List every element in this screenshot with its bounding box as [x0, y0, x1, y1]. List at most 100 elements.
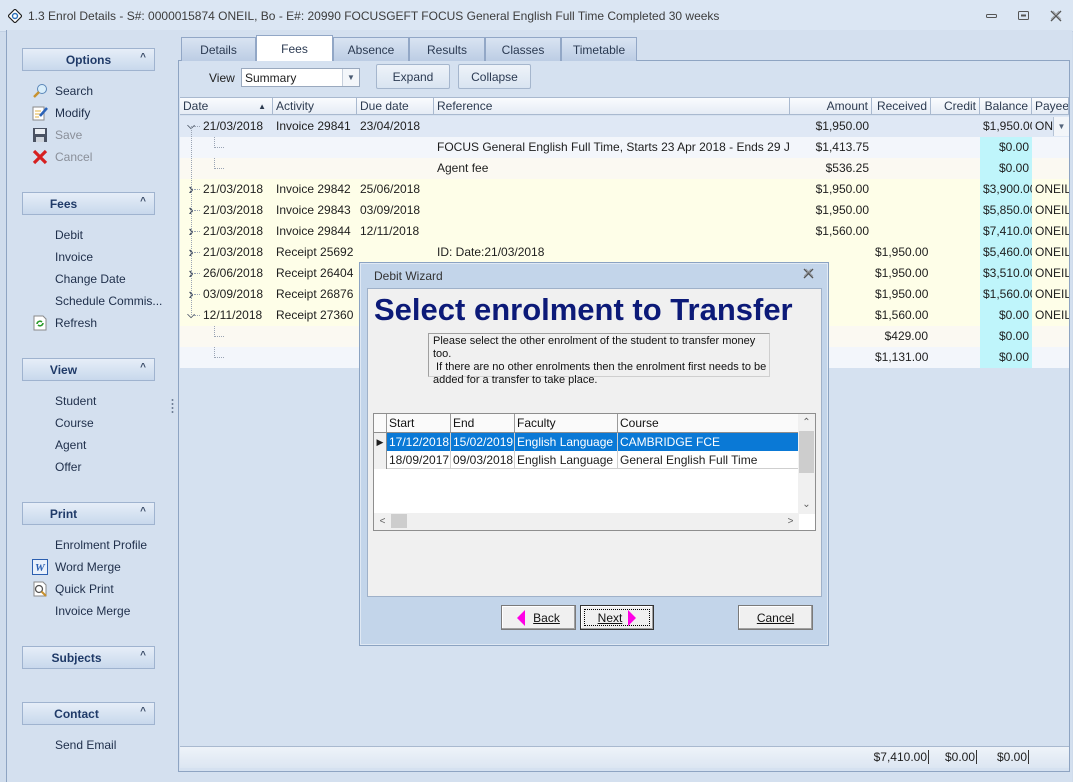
item-label: Refresh — [55, 316, 98, 330]
sidebar-item-course[interactable]: Course — [32, 413, 94, 433]
sidebar-item-invoice[interactable]: Invoice — [32, 247, 93, 267]
column-header-reference[interactable]: Reference — [434, 98, 790, 115]
sidebar-item-modify[interactable]: Modify — [32, 103, 90, 123]
cancel-button[interactable]: Cancel — [738, 605, 813, 630]
horizontal-scrollbar[interactable]: < > — [374, 513, 799, 530]
dialog-title: Debit Wizard — [374, 269, 443, 283]
column-header-received[interactable]: Received — [872, 98, 931, 115]
column-header-amount[interactable]: Amount — [790, 98, 872, 115]
app-logo-icon — [8, 8, 22, 23]
sidebar-item-word-merge[interactable]: W Word Merge — [32, 557, 121, 577]
grid-row[interactable]: › 21/03/2018 Invoice 29844 12/11/2018 $1,560… — [180, 221, 1069, 242]
cell-course: General English Full Time — [618, 451, 799, 469]
enrolment-row[interactable]: ▶ 17/12/2018 15/02/2019 English Language… — [374, 433, 799, 451]
cell-payee — [1032, 158, 1069, 179]
cell-activity — [273, 347, 357, 368]
sidebar-item-invoice-merge[interactable]: Invoice Merge — [32, 601, 130, 621]
vertical-scrollbar[interactable]: ⌃ ⌄ — [798, 414, 815, 514]
enrolment-row[interactable]: 18/09/2017 09/03/2018 English Language G… — [374, 451, 799, 469]
scroll-thumb[interactable] — [391, 514, 407, 528]
minimize-button[interactable] — [981, 8, 1003, 24]
payee-dropdown-icon[interactable]: ▼ — [1053, 117, 1069, 136]
sidebar-item-schedule-commission[interactable]: Schedule Commis... — [32, 291, 162, 311]
enrolment-grid-header: Start End Faculty Course — [374, 414, 799, 433]
column-header-activity[interactable]: Activity — [273, 98, 357, 115]
cell-credit — [931, 284, 980, 305]
column-header-credit[interactable]: Credit — [931, 98, 980, 115]
grid-child-row[interactable]: Agent fee $536.25 $0.00 — [180, 158, 1069, 179]
group-header-fees[interactable]: Fees ^ — [22, 192, 155, 215]
header-label: Date — [183, 99, 209, 113]
column-header-due-date[interactable]: Due date — [357, 98, 434, 115]
back-button[interactable]: Back — [501, 605, 576, 630]
group-header-options[interactable]: Options ^ — [22, 48, 155, 71]
column-header-date[interactable]: Date ▲ — [180, 98, 273, 115]
scroll-up-icon[interactable]: ⌃ — [798, 414, 815, 431]
sidebar-item-send-email[interactable]: Send Email — [32, 735, 116, 755]
total-credit: $0.00 — [944, 750, 977, 764]
sidebar-item-change-date[interactable]: Change Date — [32, 269, 126, 289]
cell-reference: FOCUS General English Full Time, Starts … — [437, 140, 790, 154]
group-header-view[interactable]: View ^ — [22, 358, 155, 381]
view-select[interactable]: Summary ▼ — [241, 68, 360, 87]
dropdown-arrow-icon[interactable]: ▼ — [342, 69, 359, 86]
column-header-course[interactable]: Course — [618, 414, 799, 432]
column-header-start[interactable]: Start — [387, 414, 451, 432]
dialog-close-button[interactable] — [803, 268, 814, 282]
grid-row[interactable]: ⌵ 21/03/2018 Invoice 29841 23/04/2018 $1,950… — [180, 116, 1069, 137]
cell-received: $1,560.00 — [875, 308, 929, 322]
sidebar-item-refresh[interactable]: Refresh — [32, 313, 97, 333]
sidebar-item-quick-print[interactable]: Quick Print — [32, 579, 114, 599]
sidebar-item-cancel[interactable]: Cancel — [32, 147, 92, 167]
chevron-up-icon: ^ — [140, 52, 146, 63]
grid-row[interactable]: › 21/03/2018 Invoice 29842 25/06/2018 $1,950… — [180, 179, 1069, 200]
search-icon — [32, 83, 48, 99]
sidebar-item-agent[interactable]: Agent — [32, 435, 86, 455]
sidebar-item-offer[interactable]: Offer — [32, 457, 81, 477]
scroll-down-icon[interactable]: ⌄ — [798, 496, 815, 513]
column-header-payee[interactable]: Payee — [1032, 98, 1069, 115]
sidebar-item-save[interactable]: Save — [32, 125, 82, 145]
tab-classes[interactable]: Classes — [485, 37, 561, 61]
restore-button[interactable] — [1013, 8, 1035, 24]
grid-child-row[interactable]: FOCUS General English Full Time, Starts … — [180, 137, 1069, 158]
tab-label: Timetable — [572, 42, 626, 57]
grid-row[interactable]: › 21/03/2018 Receipt 25692 ID: Date:21/03/2… — [180, 242, 1069, 263]
cell-amount — [790, 242, 872, 263]
tab-absence[interactable]: Absence — [333, 37, 409, 61]
header-label: Payee — [1035, 99, 1069, 113]
scroll-left-icon[interactable]: < — [374, 513, 391, 530]
group-header-subjects[interactable]: Subjects ^ — [22, 646, 155, 669]
sidebar-item-debit[interactable]: Debit — [32, 225, 83, 245]
group-title: Options — [65, 52, 112, 67]
cell-date: 12/11/2018 — [203, 308, 263, 322]
scroll-right-icon[interactable]: > — [782, 513, 799, 530]
expand-button[interactable]: Expand — [376, 64, 450, 89]
cell-reference: Agent fee — [437, 161, 489, 175]
header-label: Course — [620, 416, 659, 430]
column-header-end[interactable]: End — [451, 414, 515, 432]
splitter-handle[interactable] — [171, 398, 174, 414]
sidebar-item-enrolment-profile[interactable]: Enrolment Profile — [32, 535, 147, 555]
collapse-button[interactable]: Collapse — [458, 64, 531, 89]
next-button[interactable]: Next — [580, 605, 654, 630]
scroll-thumb[interactable] — [799, 431, 814, 473]
cell-reference — [434, 179, 790, 200]
sidebar-item-search[interactable]: Search — [32, 81, 93, 101]
group-header-print[interactable]: Print ^ — [22, 502, 155, 525]
cell-date: 26/06/2018 — [203, 266, 264, 280]
tab-results[interactable]: Results — [409, 37, 485, 61]
cell-date: 21/03/2018 — [203, 119, 264, 133]
cell-due — [357, 137, 434, 158]
column-header-balance[interactable]: Balance — [980, 98, 1032, 115]
tab-timetable[interactable]: Timetable — [561, 37, 637, 61]
grid-row[interactable]: › 21/03/2018 Invoice 29843 03/09/2018 $1,950… — [180, 200, 1069, 221]
group-header-contact[interactable]: Contact ^ — [22, 702, 155, 725]
cell-credit — [931, 221, 980, 242]
tab-fees[interactable]: Fees — [256, 35, 333, 61]
close-button[interactable] — [1045, 8, 1067, 24]
sidebar-item-student[interactable]: Student — [32, 391, 96, 411]
total-balance: $0.00 — [996, 750, 1029, 764]
tab-details[interactable]: Details — [181, 37, 256, 61]
column-header-faculty[interactable]: Faculty — [515, 414, 618, 432]
